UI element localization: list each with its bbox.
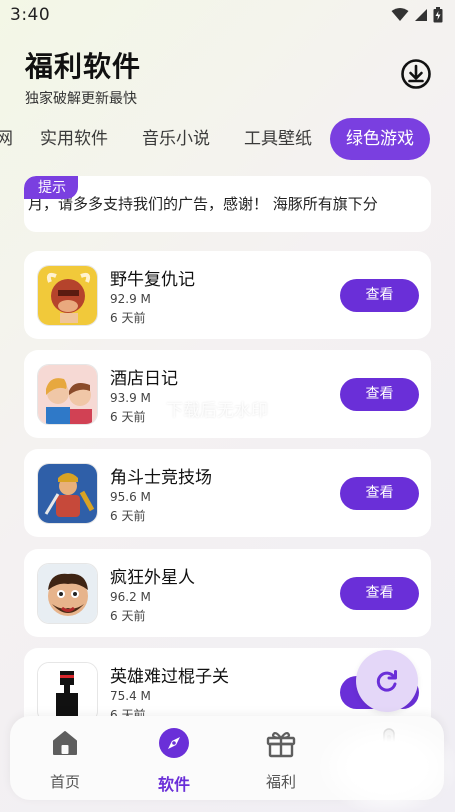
signal-icon: [415, 9, 427, 21]
wifi-icon: [391, 8, 409, 21]
app-size: 92.9 M: [110, 292, 151, 306]
nav-item-welfare[interactable]: 福利: [236, 716, 326, 800]
alien-game-icon: [37, 563, 98, 624]
tab-green-games[interactable]: 绿色游戏: [330, 118, 430, 160]
notice-marquee-text: 月，请多多支持我们的广告，感谢！ 海豚所有旗下分: [28, 195, 378, 213]
app-card[interactable]: 角斗士竞技场 95.6 M 6 天前 查看: [24, 449, 431, 537]
battery-icon: [433, 7, 443, 23]
page-subtitle: 独家破解更新最快: [25, 91, 137, 107]
hotel-game-icon: [37, 364, 98, 425]
refresh-icon: [376, 670, 397, 692]
tab-utility-software[interactable]: 实用软件: [40, 118, 108, 160]
app-card[interactable]: 酒店日记 93.9 M 6 天前 查看: [24, 350, 431, 438]
tab-music-novels[interactable]: 音乐小说: [142, 118, 210, 160]
app-date: 6 天前: [110, 509, 146, 523]
app-size: 96.2 M: [110, 590, 151, 604]
app-name: 英雄难过棍子关: [110, 667, 229, 687]
category-tabs: 网 实用软件 音乐小说 工具壁纸 绿色游戏: [0, 118, 455, 160]
app-name: 角斗士竞技场: [110, 468, 212, 488]
nav-item-software[interactable]: 软件: [129, 716, 219, 800]
notice-tag: 提示: [24, 176, 78, 199]
app-name: 酒店日记: [110, 369, 178, 389]
download-icon: [401, 59, 431, 89]
nav-label: 软件: [157, 775, 190, 794]
status-icons: [391, 7, 443, 23]
app-card[interactable]: 疯狂外星人 96.2 M 6 天前 查看: [24, 549, 431, 637]
refresh-button[interactable]: [356, 650, 418, 712]
app-name: 野牛复仇记: [110, 270, 195, 290]
nav-label: 首页: [49, 773, 80, 791]
view-button[interactable]: 查看: [340, 279, 419, 312]
header: 福利软件 独家破解更新最快: [25, 45, 141, 108]
compass-icon: [157, 726, 191, 760]
view-button[interactable]: 查看: [340, 577, 419, 610]
status-time: 3:40: [10, 5, 51, 25]
gift-icon: [264, 726, 298, 760]
app-card[interactable]: 野牛复仇记 92.9 M 6 天前 查看: [24, 251, 431, 339]
home-icon: [48, 726, 82, 760]
stick-hero-game-icon: [37, 662, 98, 723]
download-button[interactable]: [398, 56, 434, 92]
notice-banner: 月，请多多支持我们的广告，感谢！ 海豚所有旗下分 提示: [24, 176, 431, 232]
app-size: 75.4 M: [110, 689, 151, 703]
gladiator-game-icon: [37, 463, 98, 524]
watermark-text: 下载后无水印: [166, 401, 268, 421]
app-size: 93.9 M: [110, 391, 151, 405]
app-name: 疯狂外星人: [110, 568, 195, 588]
status-bar: 3:40: [0, 0, 455, 30]
nav-label: 福利: [265, 773, 296, 791]
nav-fade-overlay: [320, 722, 455, 812]
page-title: 福利软件: [25, 50, 142, 83]
tab-partial[interactable]: 网: [0, 118, 13, 160]
app-date: 6 天前: [110, 410, 146, 424]
app-date: 6 天前: [110, 609, 146, 623]
app-date: 6 天前: [110, 311, 146, 325]
app-size: 95.6 M: [110, 490, 151, 504]
tab-tools-wallpapers[interactable]: 工具壁纸: [244, 118, 312, 160]
view-button[interactable]: 查看: [340, 378, 419, 411]
bull-game-icon: [37, 265, 98, 326]
nav-item-home[interactable]: 首页: [20, 716, 110, 800]
view-button[interactable]: 查看: [340, 477, 419, 510]
